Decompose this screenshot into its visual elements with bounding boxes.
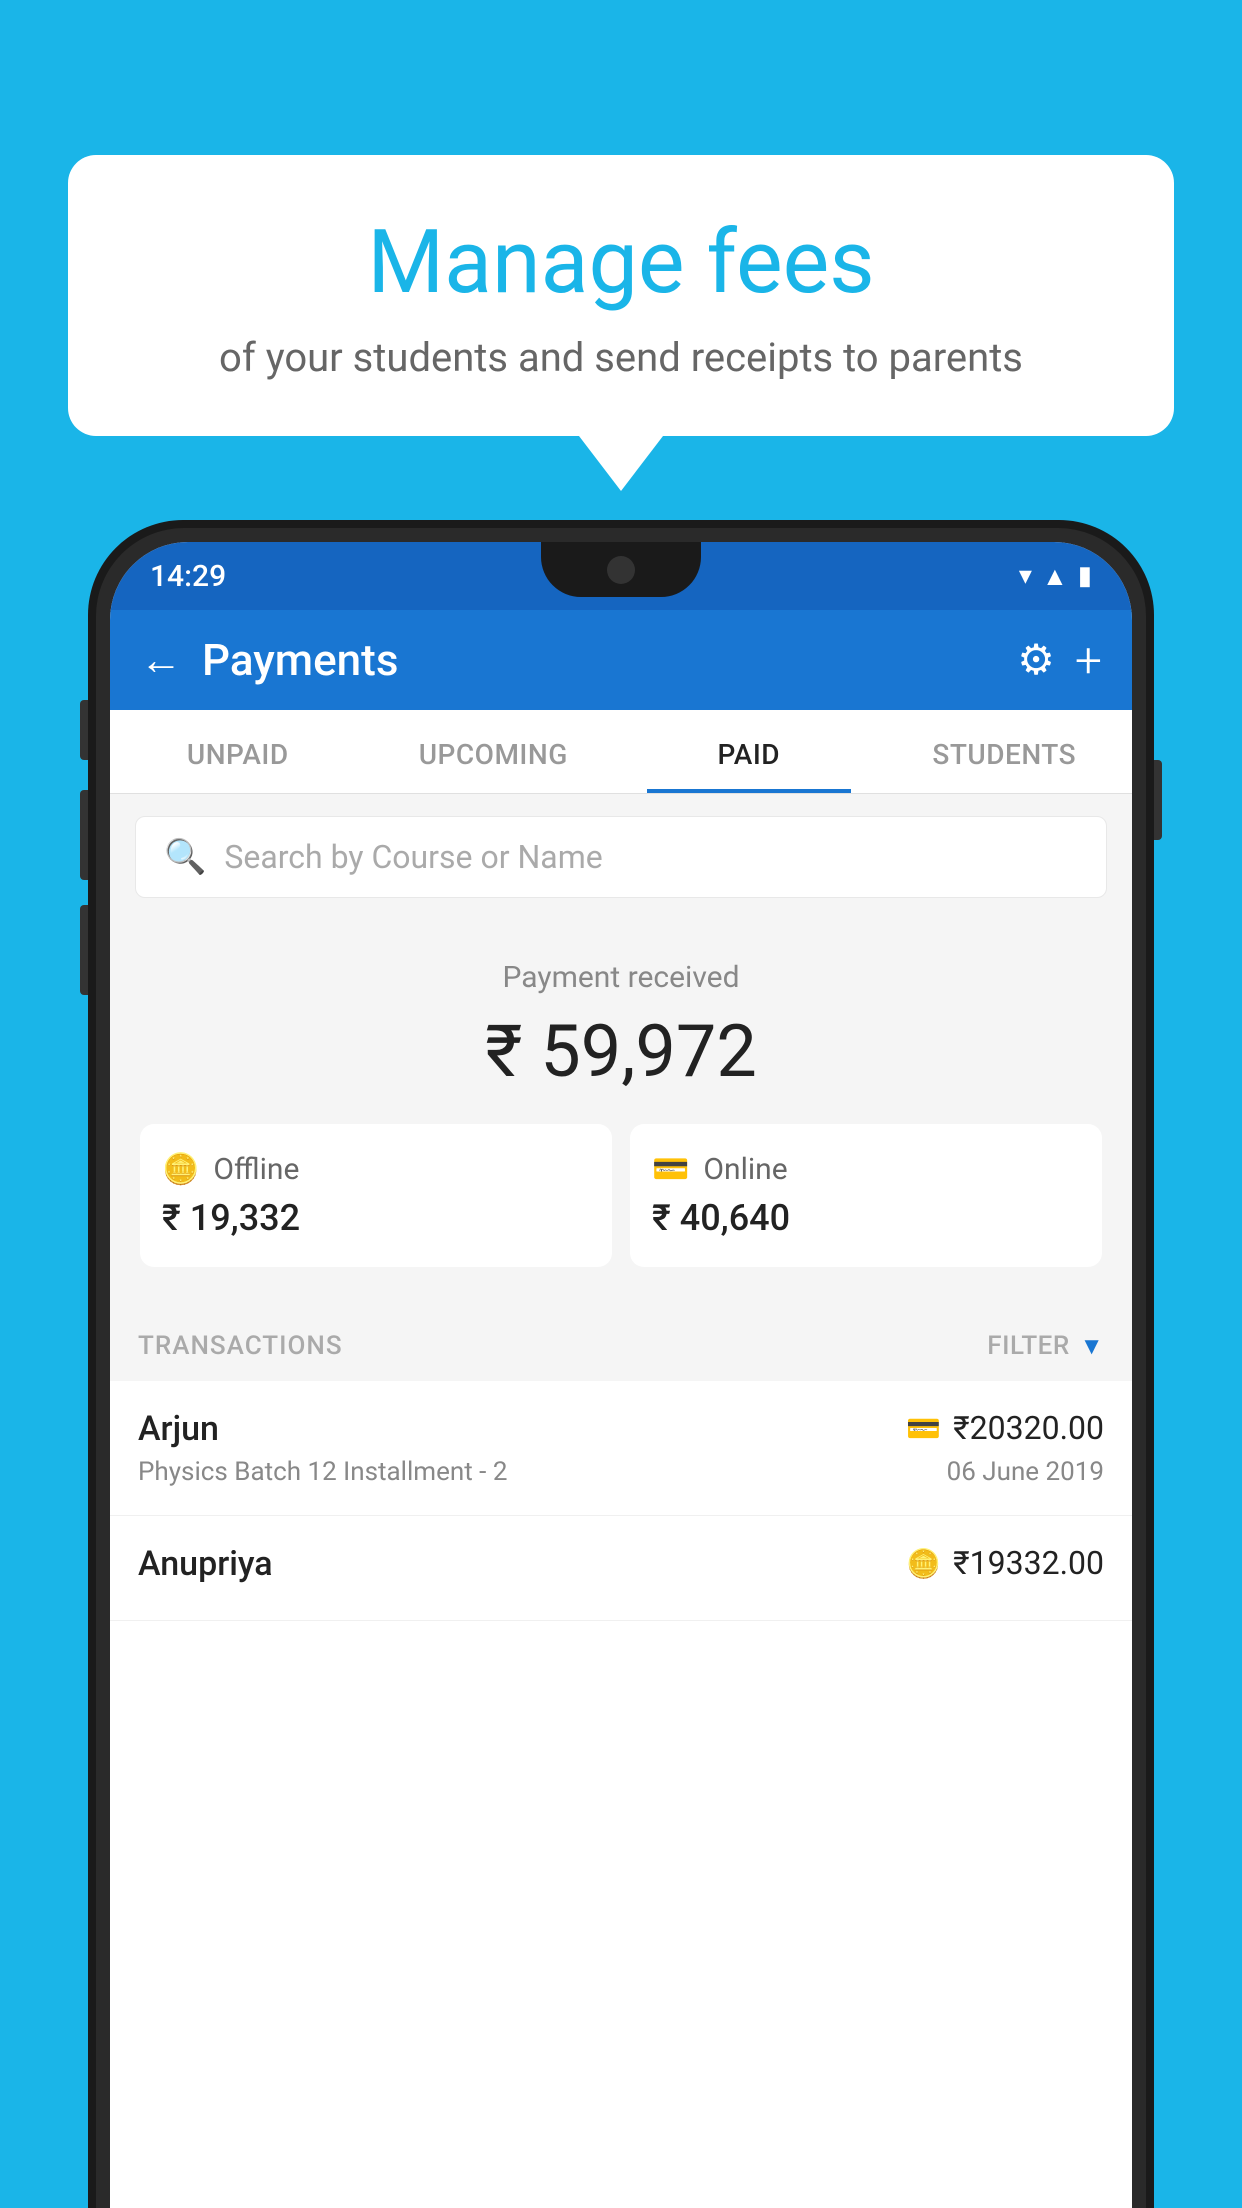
- offline-payment-card: 🪙 Offline ₹ 19,332: [140, 1124, 612, 1267]
- page-title: Payments: [202, 634, 997, 686]
- phone-inner: 14:29 ▾ ▲ ▮ ← Payments ⚙ + U: [96, 528, 1146, 2208]
- back-button[interactable]: ←: [140, 636, 182, 685]
- offline-label: Offline: [213, 1152, 299, 1187]
- online-amount: ₹ 40,640: [652, 1197, 1080, 1239]
- online-payment-icon: 💳: [906, 1412, 941, 1445]
- tab-upcoming[interactable]: UPCOMING: [366, 710, 622, 793]
- transaction-amount: ₹20320.00: [953, 1409, 1104, 1447]
- wifi-icon: ▾: [1019, 561, 1032, 591]
- filter-label: FILTER: [987, 1331, 1069, 1361]
- transaction-name-2: Anupriya: [138, 1544, 273, 1584]
- transaction-name: Arjun: [138, 1409, 219, 1449]
- transactions-label: TRANSACTIONS: [138, 1331, 343, 1361]
- phone-screen: 14:29 ▾ ▲ ▮ ← Payments ⚙ + U: [110, 542, 1132, 2208]
- speech-bubble-arrow: [579, 436, 663, 491]
- table-row[interactable]: Anupriya 🪙 ₹19332.00: [110, 1516, 1132, 1621]
- app-header: ← Payments ⚙ +: [110, 610, 1132, 710]
- speech-bubble-title: Manage fees: [118, 215, 1124, 312]
- speech-bubble-container: Manage fees of your students and send re…: [68, 155, 1174, 491]
- transaction-row-top-2: Anupriya 🪙 ₹19332.00: [138, 1544, 1104, 1584]
- payment-total-amount: ₹ 59,972: [140, 1009, 1102, 1094]
- online-payment-card: 💳 Online ₹ 40,640: [630, 1124, 1102, 1267]
- settings-icon[interactable]: ⚙: [1017, 635, 1055, 685]
- payment-received-section: Payment received ₹ 59,972 🪙 Offline ₹ 19…: [110, 920, 1132, 1307]
- filter-icon: ▼: [1080, 1332, 1104, 1361]
- phone-frame: 14:29 ▾ ▲ ▮ ← Payments ⚙ + U: [88, 520, 1154, 2208]
- status-icons: ▾ ▲ ▮: [1019, 561, 1092, 592]
- search-input[interactable]: Search by Course or Name: [224, 838, 602, 876]
- camera: [607, 556, 635, 584]
- phone-notch: [541, 542, 701, 597]
- transaction-date: 06 June 2019: [947, 1457, 1104, 1487]
- volume-up-button: [80, 790, 88, 880]
- signal-icon: ▲: [1042, 561, 1068, 592]
- battery-icon: ▮: [1078, 561, 1092, 591]
- speech-bubble: Manage fees of your students and send re…: [68, 155, 1174, 436]
- transaction-amount-wrap: 💳 ₹20320.00: [906, 1409, 1104, 1447]
- transaction-amount-2: ₹19332.00: [953, 1544, 1104, 1582]
- add-button[interactable]: +: [1075, 632, 1102, 689]
- transaction-amount-wrap-2: 🪙 ₹19332.00: [906, 1544, 1104, 1582]
- online-label: Online: [703, 1152, 787, 1187]
- filter-button[interactable]: FILTER ▼: [987, 1331, 1104, 1361]
- offline-card-header: 🪙 Offline: [162, 1152, 590, 1187]
- payment-cards: 🪙 Offline ₹ 19,332 💳 Online ₹ 40,640: [140, 1124, 1102, 1267]
- status-bar: 14:29 ▾ ▲ ▮: [110, 542, 1132, 610]
- tab-unpaid[interactable]: UNPAID: [110, 710, 366, 793]
- online-card-header: 💳 Online: [652, 1152, 1080, 1187]
- transactions-header: TRANSACTIONS FILTER ▼: [110, 1307, 1132, 1381]
- tab-paid[interactable]: PAID: [621, 710, 877, 793]
- status-time: 14:29: [150, 559, 226, 594]
- volume-down-button: [80, 905, 88, 995]
- offline-amount: ₹ 19,332: [162, 1197, 590, 1239]
- offline-icon: 🪙: [162, 1152, 199, 1187]
- tab-students[interactable]: STUDENTS: [877, 710, 1133, 793]
- transaction-course: Physics Batch 12 Installment - 2: [138, 1457, 507, 1487]
- transaction-row-bottom: Physics Batch 12 Installment - 2 06 June…: [138, 1457, 1104, 1487]
- online-icon: 💳: [652, 1152, 689, 1187]
- table-row[interactable]: Arjun 💳 ₹20320.00 Physics Batch 12 Insta…: [110, 1381, 1132, 1516]
- speech-bubble-subtitle: of your students and send receipts to pa…: [118, 334, 1124, 381]
- power-button: [1154, 760, 1162, 840]
- payment-received-label: Payment received: [140, 960, 1102, 995]
- silent-button: [80, 700, 88, 760]
- offline-payment-icon: 🪙: [906, 1547, 941, 1580]
- transaction-row-top: Arjun 💳 ₹20320.00: [138, 1409, 1104, 1449]
- tabs-bar: UNPAID UPCOMING PAID STUDENTS: [110, 710, 1132, 794]
- search-box[interactable]: 🔍 Search by Course or Name: [135, 816, 1107, 898]
- search-container: 🔍 Search by Course or Name: [110, 794, 1132, 920]
- search-icon: 🔍: [164, 837, 206, 877]
